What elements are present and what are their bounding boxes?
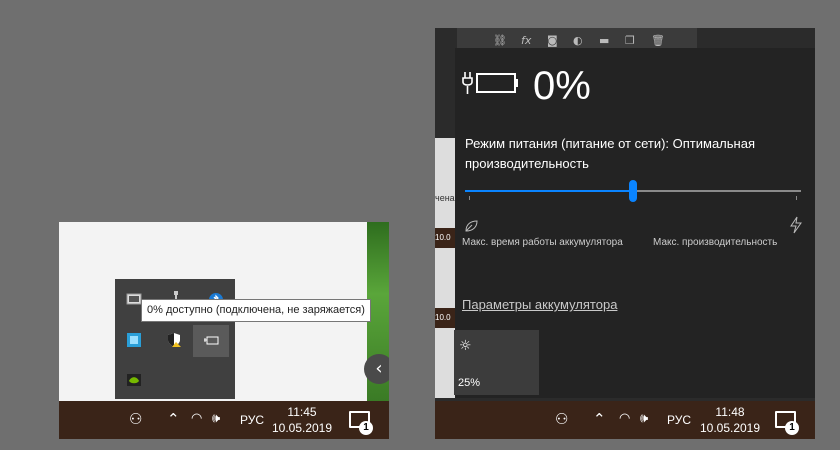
wifi-icon[interactable]: ◠ — [191, 410, 202, 426]
chevron-up-icon[interactable]: ⌃ — [167, 410, 180, 428]
battery-tray-button[interactable] — [193, 325, 229, 357]
background-app-strip: чена 10.0 10.0 — [435, 138, 455, 398]
clock-time: 11:45 — [287, 405, 317, 419]
volume-icon[interactable]: 🕪 — [212, 410, 220, 426]
sun-icon: ☼ — [459, 338, 472, 354]
clock-date: 10.05.2019 — [699, 421, 761, 435]
notification-count: 1 — [785, 421, 799, 435]
clock-time: 11:48 — [715, 405, 745, 419]
people-icon[interactable]: ⚇ — [555, 410, 568, 428]
taskbar: ⚇ ⌃ ◠ 🕪 РУС 11:48 10.05.2019 1 — [435, 401, 815, 439]
action-center-button[interactable]: 1 — [349, 411, 373, 435]
background-fragment: чена — [435, 193, 455, 203]
notification-count: 1 — [359, 421, 373, 435]
background-fragment: 10.0 — [435, 228, 455, 248]
security-shield-icon[interactable] — [166, 332, 182, 348]
power-mode-slider-fill — [465, 190, 633, 192]
performance-caption: Макс. производительность — [653, 237, 778, 248]
brightness-tile[interactable]: ☼ 25% — [454, 330, 539, 395]
new-layer-icon: ❐ — [625, 34, 635, 47]
mask-icon: ◙ — [547, 34, 558, 47]
action-center-button[interactable]: 1 — [775, 411, 799, 435]
monitor-icon[interactable] — [126, 292, 142, 308]
battery-percentage: 0% — [533, 64, 591, 108]
slider-tick — [796, 196, 797, 200]
tray-overflow-panel — [115, 279, 235, 399]
fx-icon: fx — [521, 34, 532, 47]
battery-plug-icon — [204, 336, 219, 345]
volume-icon[interactable]: 🕪 — [640, 410, 648, 426]
battery-saver-caption: Макс. время работы аккумулятора — [462, 237, 623, 248]
adjust-icon: ◐ — [573, 34, 583, 47]
battery-settings-link[interactable]: Параметры аккумулятора — [462, 297, 617, 312]
people-icon[interactable]: ⚇ — [129, 410, 142, 428]
slider-tick — [469, 196, 470, 200]
language-indicator[interactable]: РУС — [240, 413, 264, 427]
clock[interactable]: 11:45 10.05.2019 — [262, 404, 342, 436]
clock[interactable]: 11:48 10.05.2019 — [690, 404, 770, 436]
power-mode-slider-thumb[interactable] — [629, 180, 637, 202]
background-fragment: 10.0 — [435, 308, 455, 328]
nvidia-icon[interactable] — [126, 372, 142, 388]
scroll-left-button[interactable]: ‹ — [364, 354, 389, 384]
brightness-value: 25% — [458, 377, 481, 389]
battery-tooltip: 0% доступно (подключена, не заряжается) — [141, 299, 371, 322]
battery-plug-icon — [462, 72, 518, 94]
wifi-icon[interactable]: ◠ — [619, 410, 630, 426]
chevron-up-icon[interactable]: ⌃ — [593, 410, 606, 428]
power-mode-label: Режим питания (питание от сети): Оптимал… — [465, 136, 755, 171]
clock-date: 10.05.2019 — [271, 421, 333, 435]
trash-icon: 🗑 — [651, 34, 665, 47]
taskbar: ⚇ ⌃ ◠ 🕪 РУС 11:45 10.05.2019 1 — [59, 401, 389, 439]
link-icon: ⛓ — [493, 34, 507, 47]
app-blue-icon[interactable] — [126, 332, 142, 348]
language-indicator[interactable]: РУС — [667, 413, 691, 427]
lightning-icon — [790, 216, 802, 234]
leaf-icon — [465, 220, 478, 232]
folder-icon: ▬ — [599, 34, 610, 47]
